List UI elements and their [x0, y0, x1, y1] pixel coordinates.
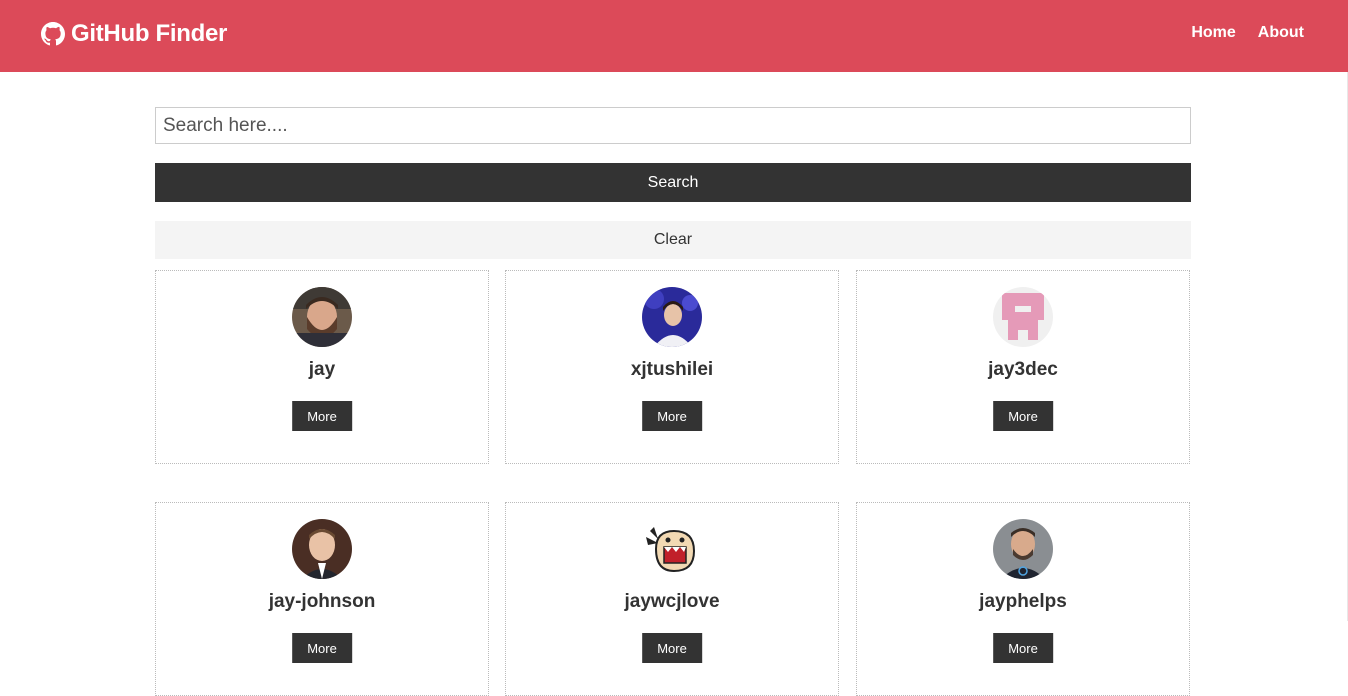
more-button[interactable]: More	[642, 401, 702, 431]
nav-link-about[interactable]: About	[1258, 24, 1304, 42]
more-button[interactable]: More	[292, 401, 352, 431]
more-button[interactable]: More	[993, 633, 1053, 663]
user-login: jay-johnson	[268, 591, 376, 612]
user-card: jay3dec More	[856, 270, 1190, 464]
navbar: GitHub Finder Home About	[0, 0, 1348, 72]
user-card: jay-johnson More	[155, 502, 489, 696]
user-avatar	[642, 287, 702, 347]
user-avatar	[993, 519, 1053, 579]
clear-button[interactable]: Clear	[155, 221, 1191, 259]
search-button[interactable]: Search	[155, 163, 1191, 202]
cartoon-avatar	[642, 519, 702, 579]
more-button[interactable]: More	[642, 633, 702, 663]
user-login: jay3dec	[988, 359, 1058, 380]
more-button[interactable]: More	[993, 401, 1053, 431]
user-login: jayphelps	[979, 591, 1067, 612]
user-avatar	[292, 287, 352, 347]
user-login: jay	[308, 359, 336, 380]
more-button[interactable]: More	[292, 633, 352, 663]
user-card: xjtushilei More	[505, 270, 839, 464]
user-avatar	[292, 519, 352, 579]
nav-link-home[interactable]: Home	[1191, 24, 1235, 42]
nav-links: Home About	[1191, 24, 1304, 42]
brand-title: GitHub Finder	[71, 20, 228, 47]
identicon-avatar	[993, 287, 1053, 347]
user-card: jaywcjlove More	[505, 502, 839, 696]
search-input[interactable]	[155, 107, 1191, 144]
user-card: jayphelps More	[856, 502, 1190, 696]
user-login: xjtushilei	[630, 359, 714, 380]
brand[interactable]: GitHub Finder	[41, 19, 227, 49]
user-login: jaywcjlove	[624, 591, 720, 612]
github-icon	[41, 22, 65, 46]
user-card: jay More	[155, 270, 489, 464]
